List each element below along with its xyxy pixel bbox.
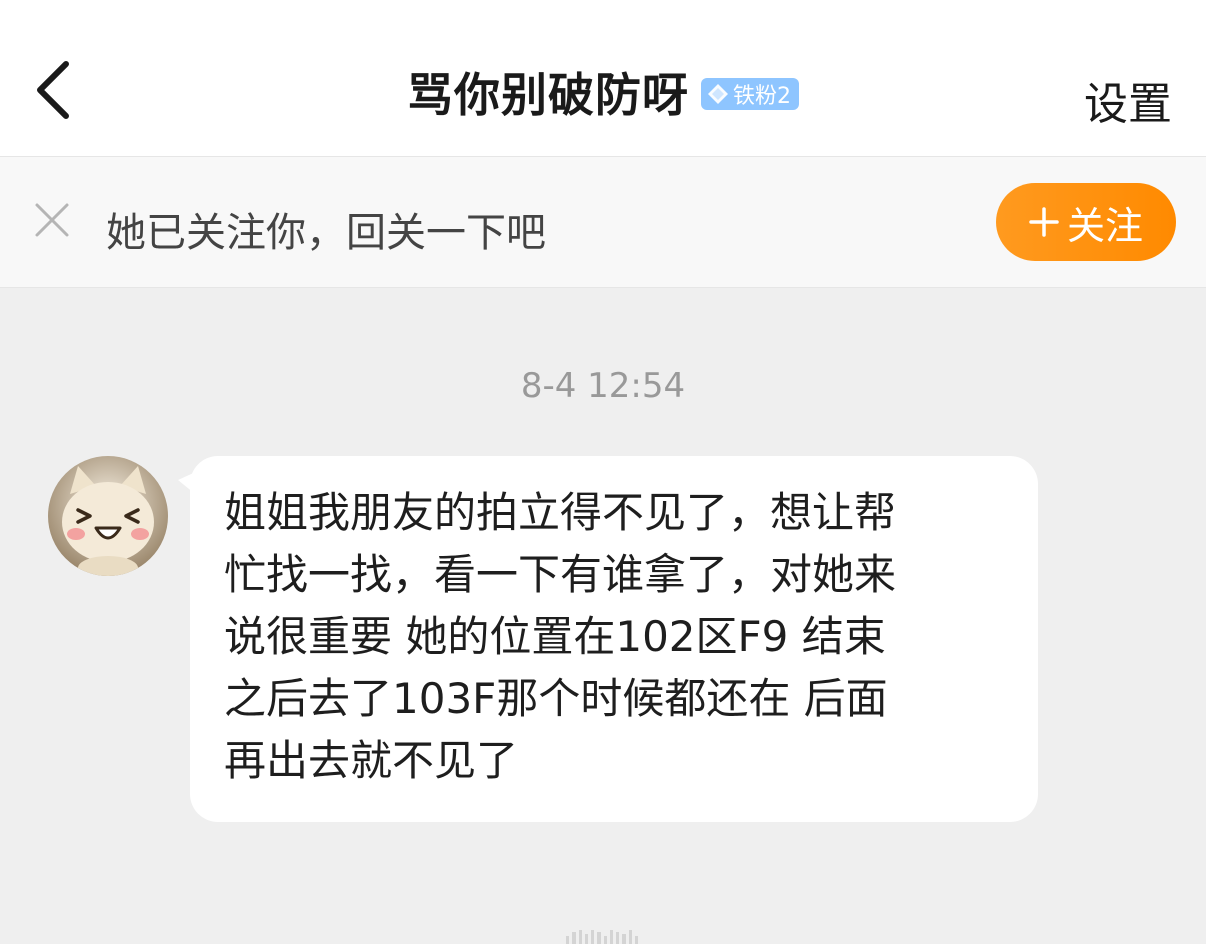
page-title: 骂你别破防呀: [407, 68, 689, 122]
dismiss-follow-prompt-button[interactable]: [34, 202, 70, 238]
diamond-icon: [708, 84, 728, 104]
top-navigation-bar: 骂你别破防呀 铁粉2 设置: [0, 0, 1206, 157]
plus-icon: [1029, 207, 1059, 237]
message-text-line: 再出去就不见了: [224, 736, 519, 785]
cat-avatar-image: [48, 456, 168, 576]
sender-avatar[interactable]: [48, 456, 168, 576]
fan-level-badge: 铁粉2: [701, 78, 799, 110]
settings-button[interactable]: 设置: [1084, 68, 1172, 132]
message-timestamp: 8-4 12:54: [520, 366, 686, 406]
message-text-line: 说很重要 她的位置在102区F9 结束: [224, 612, 886, 661]
message-bubble[interactable]: 姐姐我朋友的拍立得不见了，想让帮 忙找一找，看一下有谁拿了，对她来 说很重要 她…: [190, 456, 1038, 822]
follow-button-label: 关注: [1066, 205, 1143, 248]
close-icon: [35, 203, 69, 237]
message-text-line: 姐姐我朋友的拍立得不见了，想让帮: [224, 488, 897, 537]
follow-back-button[interactable]: 关注: [996, 183, 1176, 261]
bottom-scroll-hint: [566, 928, 638, 944]
follow-prompt-text: 她已关注你，回关一下吧: [106, 210, 546, 256]
message-text-line: 之后去了103F那个时候都还在 后面: [224, 674, 888, 723]
message-text-line: 忙找一找，看一下有谁拿了，对她来: [224, 550, 897, 599]
fan-badge-label: 铁粉2: [733, 84, 791, 109]
title-area: 骂你别破防呀 铁粉2: [0, 62, 1206, 122]
